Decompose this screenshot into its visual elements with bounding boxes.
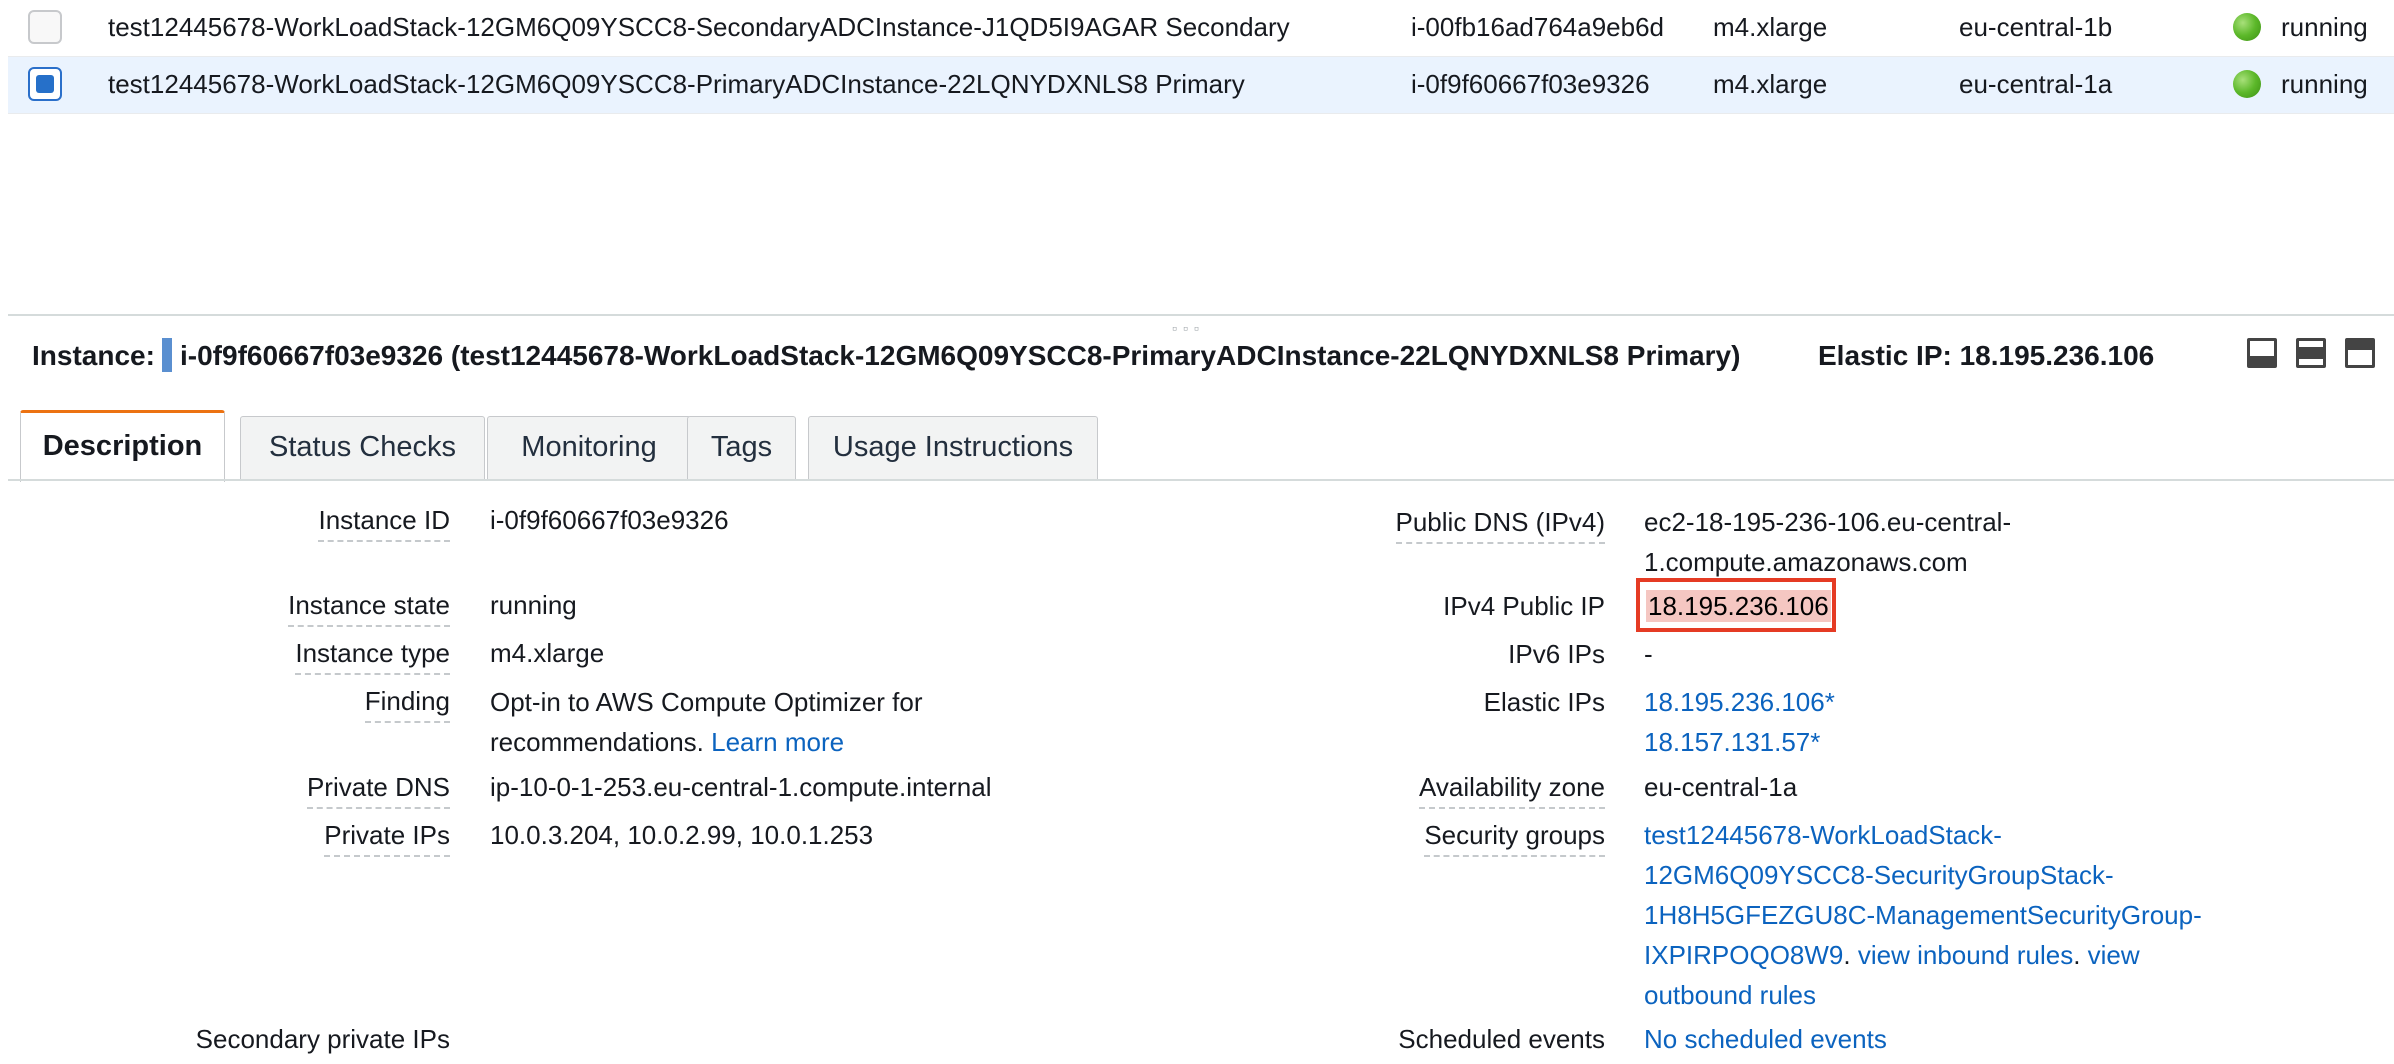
elastic-ip-link-2[interactable]: 18.157.131.57* [1644,722,1820,762]
instance-color-marker [162,338,172,372]
field-label: Finding [364,686,450,723]
tab-tags[interactable]: Tags [687,416,796,480]
field-label: Public DNS (IPv4) [1395,507,1605,544]
pane-bottom-icon[interactable] [2247,338,2277,368]
public-dns-line-2: 1.compute.amazonaws.com [1644,547,1968,577]
field-label: IPv4 Public IP [1443,591,1605,621]
private-ips-value: 10.0.3.204, 10.0.2.99, 10.0.1.253 [490,820,874,850]
separator: . [2073,940,2088,970]
instance-type: m4.xlarge [1713,12,1828,42]
row-checkbox[interactable] [28,10,62,44]
separator: . [1843,940,1858,970]
instance-id: i-00fb16ad764a9eb6d [1411,12,1665,42]
pane-divider[interactable] [8,314,2394,316]
private-dns-value: ip-10-0-1-253.eu-central-1.compute.inter… [490,772,992,802]
field-label: Private DNS [306,772,450,809]
field-instance-type: Instance type [0,638,450,678]
finding-line-1: Opt-in to AWS Compute Optimizer for [490,687,923,717]
field-label: Private IPs [324,820,450,857]
field-private-ips: Private IPs [0,820,450,860]
table-row-selected[interactable]: test12445678-WorkLoadStack-12GM6Q09YSCC8… [8,57,2394,114]
field-label: Security groups [1424,820,1605,857]
field-label: Secondary private IPs [195,1024,450,1054]
tab-underline [8,479,2394,481]
state-label: running [2281,12,2368,42]
status-running-icon [2233,70,2261,98]
security-group-line-4: IXPIRPOQO8W9. view inbound rules. view [1644,935,2140,975]
security-group-id-link[interactable]: IXPIRPOQO8W9 [1644,940,1843,970]
tab-monitoring[interactable]: Monitoring [487,416,691,480]
security-group-line-3[interactable]: 1H8H5GFEZGU8C-ManagementSecurityGroup- [1644,895,2202,935]
instance-header-label: Instance: [32,340,155,371]
finding-text: recommendations. [490,727,704,757]
field-label: Instance ID [318,505,450,542]
instance-name: test12445678-WorkLoadStack-12GM6Q09YSCC8… [108,12,1290,42]
view-outbound-rules-link-cont[interactable]: outbound rules [1644,975,1816,1015]
ipv4-highlight-box: 18.195.236.106 [1636,578,1836,632]
tab-status-checks[interactable]: Status Checks [240,416,485,480]
security-group-line-2[interactable]: 12GM6Q09YSCC8-SecurityGroupStack- [1644,855,2114,895]
instance-state-value: running [490,590,577,620]
field-finding: Finding [0,686,450,726]
field-label: Instance state [288,590,450,627]
field-public-dns: Public DNS (IPv4) [1100,507,1605,547]
field-ipv6-ips: IPv6 IPs [1100,639,1605,679]
availability-zone-value: eu-central-1a [1644,772,1798,802]
view-outbound-rules-link[interactable]: view [2088,940,2140,970]
instance-header-value: i-0f9f60667f03e9326 (test12445678-WorkLo… [180,340,1741,371]
elastic-ip-link-1[interactable]: 18.195.236.106* [1644,682,1835,722]
instance-type: m4.xlarge [1713,69,1828,99]
pane-top-icon[interactable] [2345,338,2375,368]
pane-split-icon[interactable] [2296,338,2326,368]
finding-line-2: recommendations. Learn more [490,722,844,762]
field-label: IPv6 IPs [1508,639,1605,669]
tab-usage-instructions[interactable]: Usage Instructions [808,416,1098,480]
field-secondary-private-ips: Secondary private IPs [0,1024,450,1064]
state-label: running [2281,69,2368,99]
instance-id-value: i-0f9f60667f03e9326 [490,505,729,535]
instance-name: test12445678-WorkLoadStack-12GM6Q09YSCC8… [108,69,1245,99]
field-instance-state: Instance state [0,590,450,630]
drag-handle-icon[interactable]: ▫▫▫ [1172,320,1205,336]
field-security-groups: Security groups [1100,820,1605,860]
field-label: Elastic IPs [1483,687,1605,717]
field-label: Availability zone [1419,772,1605,809]
field-scheduled-events: Scheduled events [1100,1024,1605,1064]
elastic-ip-header: Elastic IP: 18.195.236.106 [1818,340,2155,371]
field-instance-id: Instance ID [0,505,450,545]
instance-type-value: m4.xlarge [490,638,605,668]
row-checkbox[interactable] [28,67,62,101]
scheduled-events-link[interactable]: No scheduled events [1644,1019,1887,1059]
field-ipv4-public-ip: IPv4 Public IP [1100,591,1605,631]
availability-zone: eu-central-1b [1959,12,2113,42]
view-inbound-rules-link[interactable]: view inbound rules [1858,940,2073,970]
ipv6-ips-value: - [1644,639,1653,669]
field-private-dns: Private DNS [0,772,450,812]
field-availability-zone: Availability zone [1100,772,1605,812]
status-running-icon [2233,13,2261,41]
ipv4-public-ip-value[interactable]: 18.195.236.106 [1646,590,1831,622]
table-row[interactable]: test12445678-WorkLoadStack-12GM6Q09YSCC8… [8,0,2394,57]
public-dns-line-1: ec2-18-195-236-106.eu-central- [1644,507,2012,537]
learn-more-link[interactable]: Learn more [711,727,844,757]
availability-zone: eu-central-1a [1959,69,2113,99]
security-group-line-1[interactable]: test12445678-WorkLoadStack- [1644,815,2002,855]
instance-id: i-0f9f60667f03e9326 [1411,69,1650,99]
field-elastic-ips: Elastic IPs [1100,687,1605,727]
field-label: Scheduled events [1398,1024,1605,1054]
tab-description[interactable]: Description [20,410,225,482]
field-label: Instance type [295,638,450,675]
